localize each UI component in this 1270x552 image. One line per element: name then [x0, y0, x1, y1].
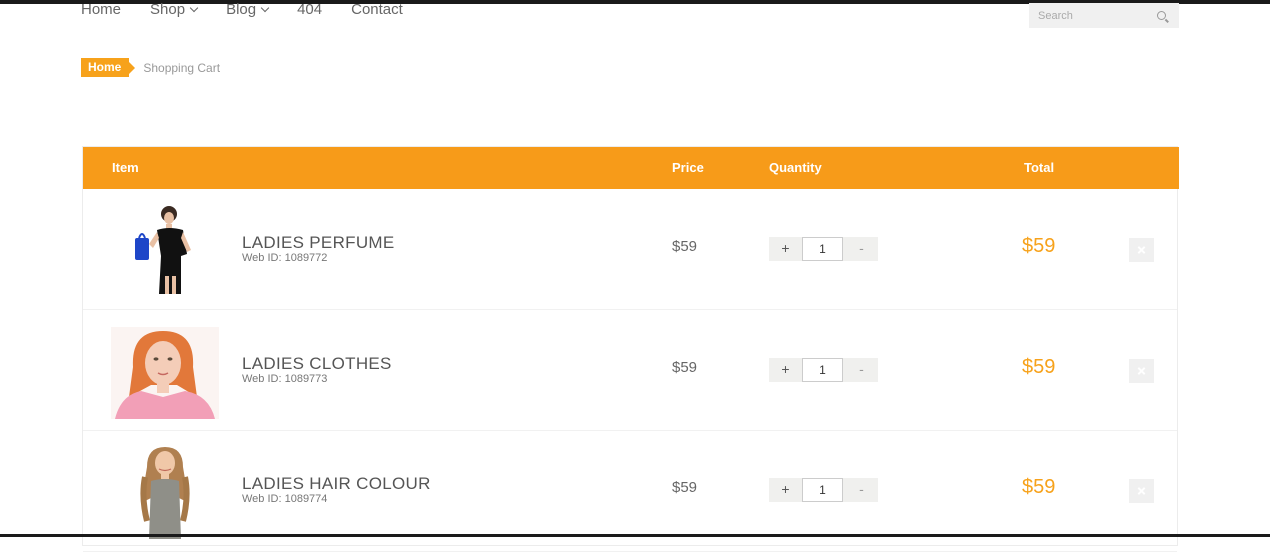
nav-404-label: 404	[297, 2, 322, 18]
breadcrumb-current: Shopping Cart	[143, 61, 220, 75]
header-quantity: Quantity	[769, 160, 822, 175]
chevron-down-icon	[190, 4, 198, 12]
qty-plus-button[interactable]: +	[769, 478, 802, 502]
product-total: $59	[1022, 356, 1055, 379]
quantity-stepper: + -	[769, 478, 878, 502]
close-icon[interactable]	[1129, 479, 1154, 503]
product-price: $59	[672, 359, 697, 376]
product-web-id: Web ID: 1089773	[242, 373, 327, 385]
product-name[interactable]: LADIES CLOTHES	[242, 354, 392, 374]
search-input[interactable]	[1029, 3, 1149, 28]
nav-home-label: Home	[81, 2, 121, 18]
qty-minus-button[interactable]: -	[845, 237, 878, 261]
main-nav: Home Shop Blog 404 Contact	[81, 0, 432, 20]
search-box	[1029, 3, 1179, 28]
header-item: Item	[112, 160, 139, 175]
product-total: $59	[1022, 235, 1055, 258]
quantity-stepper: + -	[769, 237, 878, 261]
qty-input[interactable]	[802, 237, 843, 261]
breadcrumb-home[interactable]: Home	[81, 58, 129, 77]
chevron-down-icon	[261, 4, 269, 12]
nav-shop-label: Shop	[150, 2, 185, 18]
close-icon[interactable]	[1129, 238, 1154, 262]
nav-contact-label: Contact	[351, 2, 403, 18]
nav-404[interactable]: 404	[297, 0, 322, 20]
product-total: $59	[1022, 476, 1055, 499]
product-image-perfume	[111, 204, 219, 296]
qty-input[interactable]	[802, 358, 843, 382]
header-total: Total	[1024, 160, 1054, 175]
cart-table: Item Price Quantity Total LADIES PERFUME…	[82, 146, 1178, 546]
product-name[interactable]: LADIES HAIR COLOUR	[242, 474, 431, 494]
header-price: Price	[672, 160, 704, 175]
nav-contact[interactable]: Contact	[351, 0, 403, 20]
product-image-clothes	[111, 327, 219, 419]
qty-minus-button[interactable]: -	[845, 358, 878, 382]
quantity-stepper: + -	[769, 358, 878, 382]
qty-input[interactable]	[802, 478, 843, 502]
product-image-hair-colour	[111, 447, 219, 539]
nav-blog[interactable]: Blog	[226, 0, 268, 20]
nav-blog-label: Blog	[226, 2, 256, 18]
close-icon[interactable]	[1129, 359, 1154, 383]
cart-header: Item Price Quantity Total	[83, 147, 1179, 189]
product-price: $59	[672, 238, 697, 255]
product-price: $59	[672, 479, 697, 496]
table-row: LADIES CLOTHES Web ID: 1089773 $59 + - $…	[83, 310, 1177, 431]
qty-minus-button[interactable]: -	[845, 478, 878, 502]
product-web-id: Web ID: 1089772	[242, 252, 327, 264]
qty-plus-button[interactable]: +	[769, 358, 802, 382]
qty-plus-button[interactable]: +	[769, 237, 802, 261]
breadcrumb: Home Shopping Cart	[81, 58, 220, 77]
search-icon[interactable]	[1157, 11, 1166, 20]
table-row: LADIES PERFUME Web ID: 1089772 $59 + - $…	[83, 189, 1177, 310]
nav-home[interactable]: Home	[81, 0, 121, 20]
product-web-id: Web ID: 1089774	[242, 493, 327, 505]
product-name[interactable]: LADIES PERFUME	[242, 233, 395, 253]
nav-shop[interactable]: Shop	[150, 0, 197, 20]
